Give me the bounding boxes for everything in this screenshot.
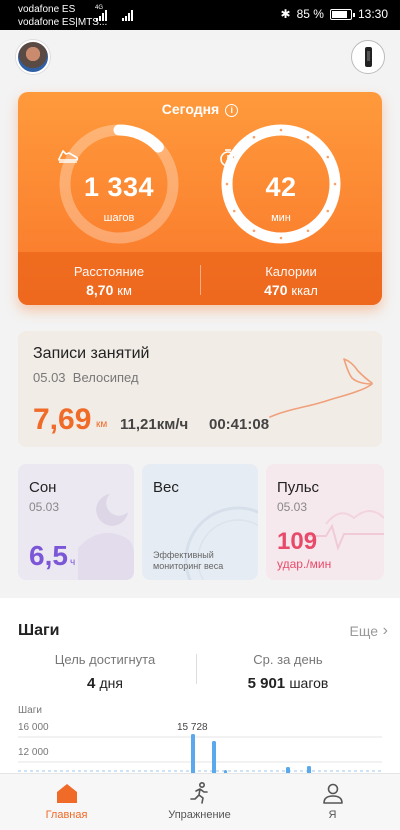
app-header	[0, 30, 400, 88]
activity-speed: 11,21км/ч	[120, 416, 189, 433]
sleep-unit: ч	[70, 557, 76, 568]
bluetooth-icon: ✱	[280, 7, 291, 21]
activity-date: 05.03	[33, 370, 66, 385]
weight-card[interactable]: Вес Эффективный мониторинг веса	[142, 464, 258, 580]
carrier-name-1: vodafone ES	[18, 4, 76, 15]
activity-distance: 7,69	[33, 403, 92, 436]
user-icon	[266, 780, 399, 806]
distance-value: 8,70	[86, 282, 114, 298]
activity-title: Записи занятий	[33, 345, 150, 362]
sleep-card[interactable]: Сон 05.03 6,5 ч	[18, 464, 134, 580]
ring-tick	[279, 236, 283, 240]
battery-icon	[329, 8, 355, 20]
ring-tick	[252, 229, 256, 233]
activity-type: Велосипед	[72, 370, 139, 385]
calories-value: 470	[264, 282, 288, 298]
nav-exercise[interactable]: Упражнение	[133, 780, 266, 821]
today-stats: Расстояние 8,70 км Калории 470 ккал	[18, 252, 382, 305]
nav-home[interactable]: Главная	[0, 780, 133, 821]
goal-label: Цель достигнута	[54, 652, 156, 667]
nav-home-label: Главная	[45, 809, 88, 821]
bottom-nav: Главная Упражнение Я	[0, 773, 400, 830]
calories-unit: ккал	[291, 283, 318, 298]
distance-label: Расстояние	[73, 264, 145, 279]
steps-chart	[18, 734, 382, 778]
pulse-value: 109	[277, 528, 318, 555]
ring-tick	[306, 135, 310, 139]
chart-y-label: Шаги	[18, 705, 42, 716]
pulse-card[interactable]: Пульс 05.03 109 удар./мин	[266, 464, 384, 580]
carrier-name-2: vodafone ES|MTS...	[18, 17, 108, 28]
battery-percent: 85 %	[296, 7, 324, 21]
average-unit: шагов	[289, 675, 329, 691]
home-icon	[0, 780, 133, 806]
band-icon	[364, 47, 372, 67]
average-value: 5 901	[247, 675, 286, 692]
calories-stat: Калории 470 ккал	[200, 264, 382, 298]
status-bar: vodafone ES vodafone ES|MTS... 4G ✱ 85 %…	[0, 0, 400, 30]
ring-tick	[326, 155, 330, 159]
chevron-right-icon[interactable]: ›	[383, 622, 388, 640]
nav-me[interactable]: Я	[266, 780, 399, 821]
distance-stat: Расстояние 8,70 км	[18, 264, 200, 298]
sleep-title: Сон	[29, 479, 57, 496]
pulse-date: 05.03	[277, 500, 308, 514]
weight-note: Эффективный мониторинг веса	[153, 550, 224, 571]
steps-section-title: Шаги	[18, 622, 60, 639]
sleep-date: 05.03	[29, 500, 60, 514]
info-icon[interactable]: i	[225, 104, 239, 117]
distance-unit: км	[117, 283, 132, 298]
clock: 13:30	[357, 7, 388, 21]
goal-stat: Цель достигнута 4 дня	[15, 652, 195, 692]
goal-value: 4	[87, 675, 96, 692]
steps-unit: шагов	[103, 212, 135, 224]
running-icon	[133, 780, 266, 806]
device-button[interactable]	[351, 40, 385, 74]
pulse-unit: удар./мин	[277, 557, 332, 571]
average-stat: Ср. за день 5 901 шагов	[198, 652, 378, 692]
minutes-value: 42	[265, 172, 297, 202]
nav-me-label: Я	[328, 809, 337, 821]
steps-value: 1 334	[83, 172, 155, 202]
minutes-ring[interactable]: 42 мин	[219, 122, 343, 246]
sleep-value: 6,5	[29, 540, 68, 571]
steps-ring[interactable]: 1 334 шагов	[57, 122, 181, 246]
divider	[196, 654, 197, 684]
chart-bar	[191, 734, 195, 778]
calories-label: Калории	[265, 264, 317, 279]
minutes-unit: мин	[271, 212, 291, 224]
signal-icon	[122, 9, 133, 21]
route-map-icon	[269, 358, 373, 418]
today-title: Сегодня	[161, 101, 220, 117]
activity-distance-unit: км	[96, 419, 108, 430]
avatar[interactable]	[16, 40, 50, 74]
activity-records-card[interactable]: Записи занятий 05.03 Велосипед 7,69 км 1…	[18, 331, 382, 447]
weight-title: Вес	[153, 479, 179, 496]
nav-exercise-label: Упражнение	[168, 809, 231, 821]
goal-unit: дня	[99, 675, 123, 691]
average-label: Ср. за день	[253, 652, 323, 667]
signal-icon	[96, 9, 107, 21]
more-link[interactable]: Еще	[350, 623, 379, 639]
pulse-title: Пульс	[277, 479, 320, 496]
activity-duration: 00:41:08	[209, 416, 270, 433]
ring-tick	[279, 128, 283, 132]
ring-tick	[252, 135, 256, 139]
ring-tick	[306, 229, 310, 233]
today-card[interactable]: Сегодня i 1 334 шагов 42 мин Расстояние 8…	[18, 92, 382, 305]
